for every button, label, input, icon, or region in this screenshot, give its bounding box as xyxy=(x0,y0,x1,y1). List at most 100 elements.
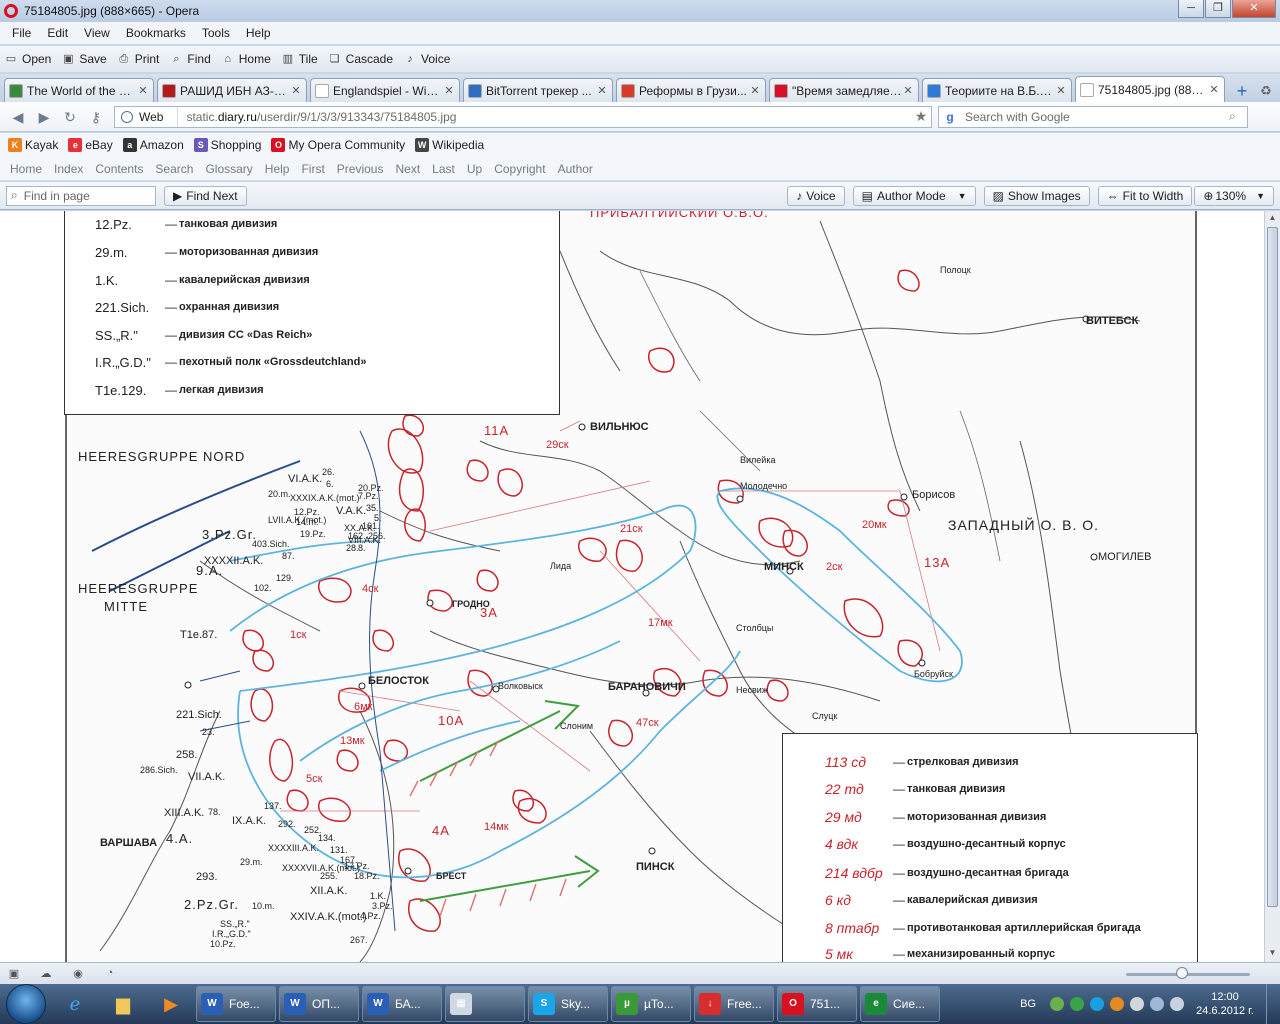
clock[interactable]: 12:00 24.6.2012 г. xyxy=(1190,990,1260,1018)
tray-icon-4[interactable] xyxy=(1110,997,1124,1011)
menu-view[interactable]: View xyxy=(76,26,118,40)
maximize-button[interactable]: ❐ xyxy=(1205,0,1231,18)
search-icon[interactable]: ⌕ xyxy=(1229,109,1247,124)
menu-bookmarks[interactable]: Bookmarks xyxy=(118,26,194,40)
nav-link[interactable]: Author xyxy=(552,162,599,176)
tab-close-icon[interactable]: ✕ xyxy=(749,84,761,97)
nav-link[interactable]: Help xyxy=(259,162,296,176)
vertical-scrollbar[interactable]: ▲ ▼ xyxy=(1264,211,1280,962)
internet-explorer-icon[interactable]: ℯ xyxy=(52,986,98,1022)
explorer-folder-icon[interactable]: ▆ xyxy=(100,986,146,1022)
tab-close-icon[interactable]: ✕ xyxy=(1208,83,1220,96)
bookmark-item[interactable]: e eBay xyxy=(68,138,113,152)
browser-tab[interactable]: Теориите на В.Б.Р... ✕ xyxy=(922,78,1072,102)
key-icon[interactable]: ⚷ xyxy=(84,106,108,128)
scroll-down-arrow-icon[interactable]: ▼ xyxy=(1267,948,1278,960)
menu-help[interactable]: Help xyxy=(238,26,279,40)
voice-toggle-button[interactable]: ♪ Voice xyxy=(787,185,845,206)
show-images-button[interactable]: ▨ Show Images xyxy=(983,185,1090,206)
bookmark-item[interactable]: O My Opera Community xyxy=(271,138,405,152)
nav-link[interactable]: Next xyxy=(389,162,426,176)
search-field[interactable]: g Search with Google ⌕ xyxy=(938,105,1248,128)
taskbar-task[interactable]: O 751... xyxy=(777,986,857,1022)
tab-close-icon[interactable]: ✕ xyxy=(290,84,302,97)
nav-link[interactable]: Index xyxy=(48,162,89,176)
taskbar-task[interactable]: µ µTo... xyxy=(611,986,691,1022)
taskbar-task[interactable]: ↓ Free... xyxy=(694,986,774,1022)
browser-tab[interactable]: Реформы в Грузи... ✕ xyxy=(616,78,766,102)
cascade-button[interactable]: ❏ Cascade xyxy=(328,52,393,66)
zoom-slider-track[interactable] xyxy=(1126,973,1250,976)
nav-link[interactable]: Previous xyxy=(331,162,390,176)
browser-tab[interactable]: Englandspiel - Wiki... ✕ xyxy=(310,78,460,102)
tray-icon-5[interactable] xyxy=(1130,997,1144,1011)
menu-file[interactable]: File xyxy=(4,26,39,40)
menu-edit[interactable]: Edit xyxy=(39,26,76,40)
taskbar-task[interactable]: W БА... xyxy=(362,986,442,1022)
taskbar-task[interactable]: W ОП... xyxy=(279,986,359,1022)
browser-tab[interactable]: 75184805.jpg (888... ✕ xyxy=(1075,76,1225,102)
minimize-button[interactable]: ─ xyxy=(1178,0,1204,18)
find-next-button[interactable]: ▶ Find Next xyxy=(164,185,247,206)
tile-button[interactable]: ▥ Tile xyxy=(281,52,318,66)
browser-tab[interactable]: The World of the H... ✕ xyxy=(4,78,154,102)
tray-icon-1[interactable] xyxy=(1050,997,1064,1011)
reload-button[interactable]: ↻ xyxy=(58,106,82,128)
volume-icon[interactable] xyxy=(1170,997,1184,1011)
find-button[interactable]: ⌕ Find xyxy=(169,52,210,66)
home-button[interactable]: ⌂ Home xyxy=(221,52,270,66)
closed-tabs-trash-icon[interactable]: ♻ xyxy=(1256,82,1276,102)
browser-tab[interactable]: BitTorrent трекер ... ✕ xyxy=(463,78,613,102)
nav-link[interactable]: Contents xyxy=(89,162,149,176)
nav-link[interactable]: First xyxy=(295,162,330,176)
author-mode-button[interactable]: ▤ Author Mode ▼ xyxy=(852,185,976,206)
zoom-select[interactable]: ⊕ 130% ▼ xyxy=(1194,185,1274,206)
cloud-icon[interactable]: ☁ xyxy=(38,967,54,981)
menu-tools[interactable]: Tools xyxy=(194,26,238,40)
forward-button[interactable]: ▶ xyxy=(32,106,56,128)
bookmark-item[interactable]: K Kayak xyxy=(8,138,58,152)
url-text[interactable]: static.diary.ru/userdir/9/1/3/3/913343/7… xyxy=(178,110,911,124)
show-desktop-button[interactable] xyxy=(1266,984,1280,1024)
panel-icon[interactable]: ▣ xyxy=(6,967,22,981)
bookmark-star-icon[interactable]: ★ xyxy=(911,108,931,125)
save-button[interactable]: ▣ Save xyxy=(61,52,107,66)
nav-link[interactable]: Copyright xyxy=(488,162,551,176)
close-button[interactable]: ✕ xyxy=(1232,0,1276,18)
print-button[interactable]: ⎙ Print xyxy=(117,52,159,66)
tab-close-icon[interactable]: ✕ xyxy=(596,84,608,97)
tray-icon-2[interactable] xyxy=(1070,997,1084,1011)
tab-close-icon[interactable]: ✕ xyxy=(443,84,455,97)
fit-to-width-button[interactable]: ⇔ Fit to Width xyxy=(1097,185,1193,206)
nav-link[interactable]: Glossary xyxy=(199,162,258,176)
taskbar-task[interactable]: S Sky... xyxy=(528,986,608,1022)
zoom-slider-handle[interactable] xyxy=(1176,967,1188,979)
new-tab-button[interactable]: + xyxy=(1232,82,1252,102)
bookmark-item[interactable]: W Wikipedia xyxy=(415,138,484,152)
voice-button[interactable]: ♪ Voice xyxy=(403,52,450,66)
taskbar-task[interactable]: ▦ xyxy=(445,986,525,1022)
nav-link[interactable]: Last xyxy=(426,162,461,176)
open-button[interactable]: ▭ Open xyxy=(4,52,52,66)
network-icon[interactable] xyxy=(1150,997,1164,1011)
nav-link[interactable]: Search xyxy=(149,162,199,176)
turbo-icon[interactable]: ◔ xyxy=(102,967,118,981)
tab-close-icon[interactable]: ✕ xyxy=(902,84,914,97)
back-button[interactable]: ◀ xyxy=(6,106,30,128)
media-player-icon[interactable]: ▶ xyxy=(148,986,194,1022)
tray-icon-3[interactable] xyxy=(1090,997,1104,1011)
tab-close-icon[interactable]: ✕ xyxy=(1055,84,1067,97)
start-button[interactable] xyxy=(6,984,46,1024)
taskbar-task[interactable]: W Foe... xyxy=(196,986,276,1022)
scroll-up-arrow-icon[interactable]: ▲ xyxy=(1267,213,1278,225)
speed-dial-icon[interactable]: ◉ xyxy=(70,967,86,981)
language-indicator[interactable]: BG xyxy=(1020,998,1036,1010)
nav-link[interactable]: Home xyxy=(4,162,48,176)
address-field[interactable]: Web static.diary.ru/userdir/9/1/3/3/9133… xyxy=(114,105,932,128)
bookmark-item[interactable]: a Amazon xyxy=(122,138,184,152)
browser-tab[interactable]: РАШИД ИБН АЗ-З... ✕ xyxy=(157,78,307,102)
bookmark-item[interactable]: S Shopping xyxy=(193,138,261,152)
browser-tab[interactable]: "Время замедляет... ✕ xyxy=(769,78,919,102)
tab-close-icon[interactable]: ✕ xyxy=(137,84,149,97)
security-badge[interactable]: Web xyxy=(115,106,179,127)
